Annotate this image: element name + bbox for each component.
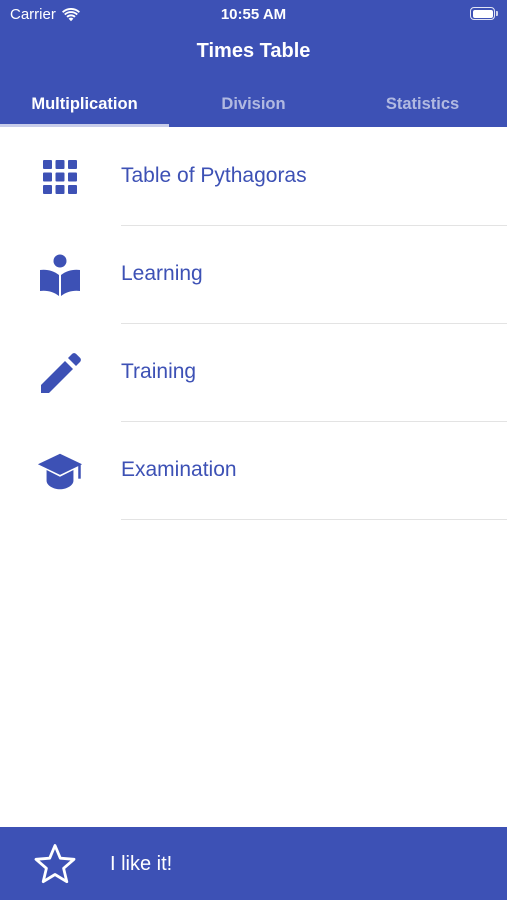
status-bar: Carrier 10:55 AM [0,0,507,28]
graduation-cap-icon [36,449,84,493]
menu-item-examination[interactable]: Examination [0,422,507,520]
app-screen: Carrier 10:55 AM Times Table Multiplicat… [0,0,507,900]
like-button[interactable]: I like it! [0,827,507,900]
menu-item-label: Training [121,360,197,383]
menu-item-label: Learning [121,262,203,285]
tab-division[interactable]: Division [169,82,338,127]
star-outline-icon [33,843,77,885]
menu-item-label: Table of Pythagoras [121,164,307,187]
menu-list: Table of Pythagoras Learning Training Ex… [0,128,507,520]
page-title: Times Table [196,40,311,62]
tab-multiplication[interactable]: Multiplication [0,82,169,127]
menu-item-learning[interactable]: Learning [0,226,507,324]
header: Carrier 10:55 AM Times Table Multiplicat… [0,0,507,127]
reading-book-icon [36,253,84,297]
pencil-icon [36,351,84,395]
menu-item-table-of-pythagoras[interactable]: Table of Pythagoras [0,128,507,226]
battery-icon [470,7,498,21]
clock: 10:55 AM [220,6,287,23]
menu-item-training[interactable]: Training [0,324,507,422]
tab-statistics[interactable]: Statistics [338,82,507,127]
tab-bar: Multiplication Division Statistics [0,82,507,127]
grid-icon [36,155,84,199]
divider [121,519,507,520]
like-label: I like it! [110,853,173,875]
menu-item-label: Examination [121,458,237,481]
